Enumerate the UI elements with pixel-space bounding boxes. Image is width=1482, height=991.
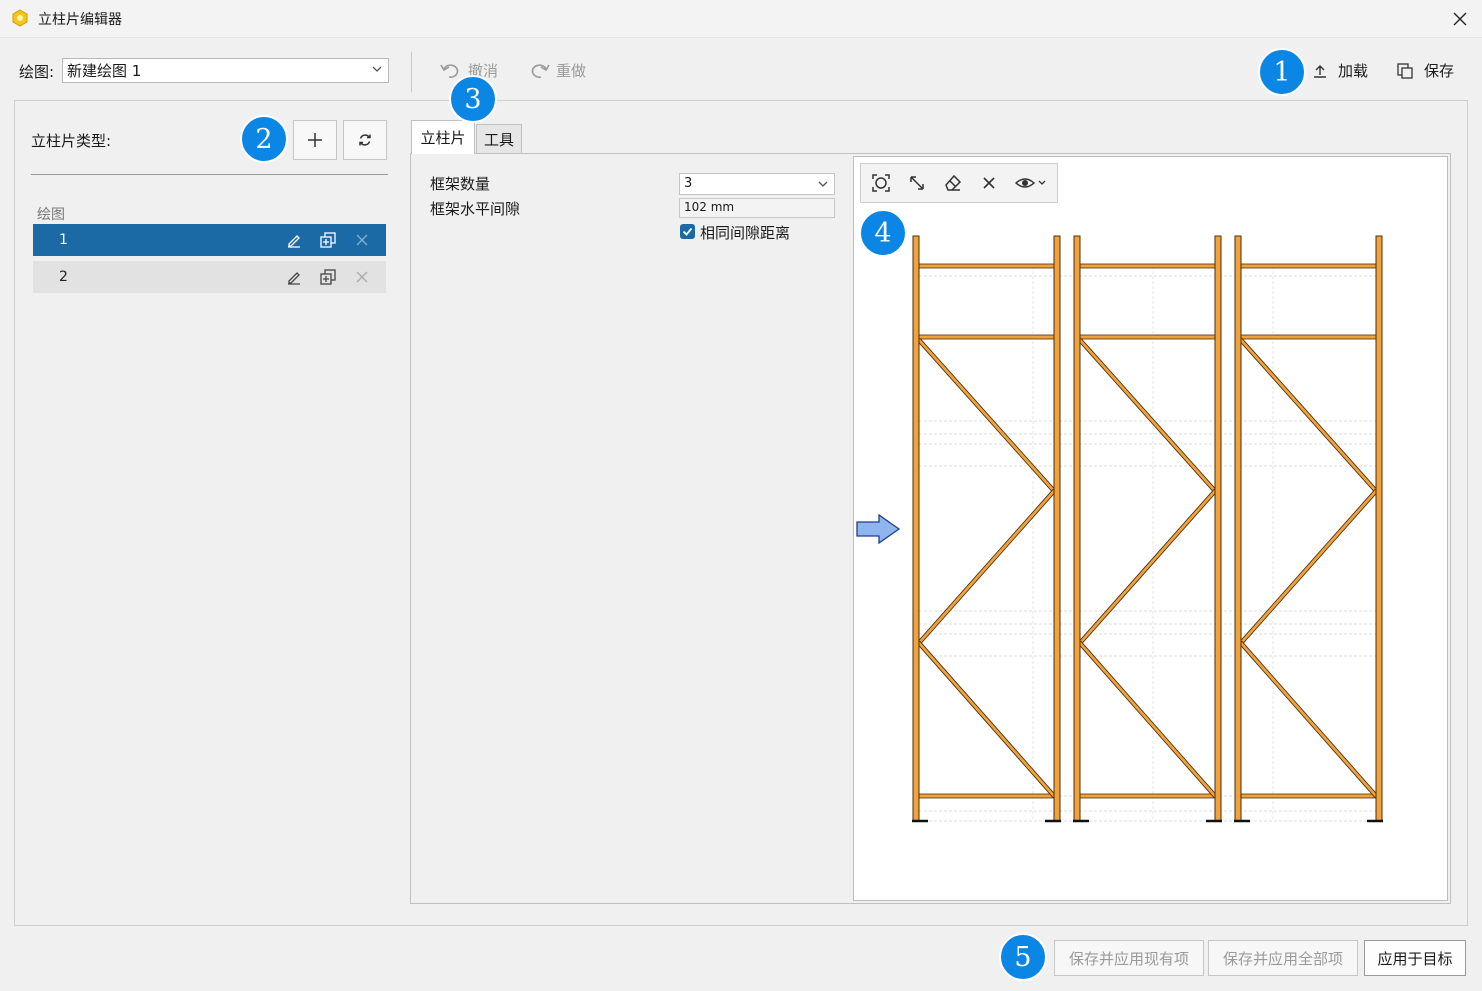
frame-gap-input[interactable]: 102 mm — [679, 198, 835, 218]
callout-marker-4: 4 — [859, 209, 907, 257]
same-gap-label: 相同间隙距离 — [700, 224, 791, 242]
plus-icon — [308, 133, 322, 147]
drawing-select-value: 新建绘图 1 — [67, 62, 142, 80]
frame-brace — [917, 641, 1056, 798]
group-label: 绘图 — [37, 207, 65, 223]
refresh-button[interactable] — [343, 120, 387, 160]
add-upright-button[interactable] — [293, 120, 337, 160]
upright-types-title: 立柱片类型: — [31, 132, 112, 150]
frame-post — [1053, 235, 1061, 822]
duplicate-icon[interactable] — [320, 269, 336, 285]
frame-post — [1214, 235, 1222, 822]
list-item-label: 1 — [59, 232, 68, 248]
redo-button[interactable]: 重做 — [528, 60, 586, 81]
frame-post — [1234, 235, 1242, 822]
frame-brace — [917, 489, 1056, 645]
check-icon — [682, 227, 693, 236]
load-label: 加载 — [1338, 62, 1369, 80]
edit-icon[interactable] — [286, 232, 302, 248]
frame-beam — [1237, 793, 1380, 799]
frame-beam — [915, 263, 1058, 269]
window-title: 立柱片编辑器 — [38, 12, 122, 28]
frame-brace — [917, 338, 1056, 493]
callout-marker-1: 1 — [1258, 48, 1306, 96]
upload-icon — [1314, 64, 1326, 78]
frame-beam — [1076, 263, 1219, 269]
save-apply-existing-button[interactable]: 保存并应用现有项 — [1054, 940, 1204, 976]
refresh-icon — [359, 134, 371, 146]
zoom-fit-icon[interactable] — [870, 172, 892, 194]
callout-marker-3: 3 — [449, 75, 497, 123]
load-button[interactable]: 加载 — [1312, 60, 1368, 81]
callout-marker-5: 5 — [999, 933, 1047, 981]
frame-count-select[interactable]: 3 — [679, 173, 835, 195]
frame-gap-label: 框架水平间隙 — [430, 200, 521, 218]
toolbar-divider — [411, 52, 412, 92]
clear-icon[interactable] — [978, 172, 1000, 194]
frame-post — [912, 235, 920, 822]
frame-beam — [1076, 334, 1219, 340]
list-item-label: 2 — [59, 269, 68, 285]
frame-brace — [1078, 489, 1217, 645]
edit-icon[interactable] — [286, 269, 302, 285]
frame-post — [1375, 235, 1383, 822]
same-gap-checkbox[interactable] — [680, 224, 695, 239]
redo-label: 重做 — [556, 62, 587, 80]
frame-beam — [1237, 263, 1380, 269]
frame-count-value: 3 — [684, 176, 693, 191]
save-copy-icon — [1397, 62, 1413, 79]
app-icon — [11, 9, 29, 27]
frame-brace — [1239, 641, 1378, 798]
visibility-icon[interactable] — [1014, 172, 1048, 194]
frame-brace — [1078, 338, 1217, 493]
save-button[interactable]: 保存 — [1396, 60, 1454, 81]
eraser-icon[interactable] — [942, 172, 964, 194]
callout-marker-2: 2 — [240, 115, 288, 163]
delete-icon[interactable] — [354, 269, 370, 285]
upright-list-item[interactable]: 1 — [33, 224, 386, 256]
close-icon — [1453, 12, 1467, 26]
frame-beam — [915, 334, 1058, 340]
frame-brace — [1239, 489, 1378, 645]
save-label: 保存 — [1424, 62, 1455, 80]
left-divider — [31, 174, 388, 175]
drawing-label: 绘图: — [19, 63, 55, 81]
save-apply-all-button[interactable]: 保存并应用全部项 — [1208, 940, 1358, 976]
duplicate-icon[interactable] — [320, 232, 336, 248]
title-bar — [0, 0, 1482, 38]
frame-beam — [915, 793, 1058, 799]
close-button[interactable] — [1446, 6, 1474, 32]
canvas-toolbar — [860, 163, 1058, 203]
tab-tools[interactable]: 工具 — [476, 124, 522, 154]
direction-arrow-icon — [856, 513, 901, 545]
frame-brace — [1239, 338, 1378, 493]
chevron-down-icon — [372, 66, 382, 72]
undo-icon — [440, 63, 459, 78]
tab-upright[interactable]: 立柱片 — [411, 120, 475, 154]
frame-count-label: 框架数量 — [430, 175, 491, 193]
redo-icon — [531, 63, 550, 78]
measure-icon[interactable] — [906, 172, 928, 194]
chevron-down-icon — [818, 181, 828, 187]
drawing-select[interactable]: 新建绘图 1 — [62, 58, 389, 83]
upright-list-item[interactable]: 2 — [33, 261, 386, 293]
apply-to-target-button[interactable]: 应用于目标 — [1364, 940, 1466, 976]
frame-brace — [1078, 641, 1217, 798]
delete-icon[interactable] — [354, 232, 370, 248]
upright-frames-drawing — [856, 235, 1383, 823]
frame-beam — [1076, 793, 1219, 799]
frame-beam — [1237, 334, 1380, 340]
frame-post — [1073, 235, 1081, 822]
